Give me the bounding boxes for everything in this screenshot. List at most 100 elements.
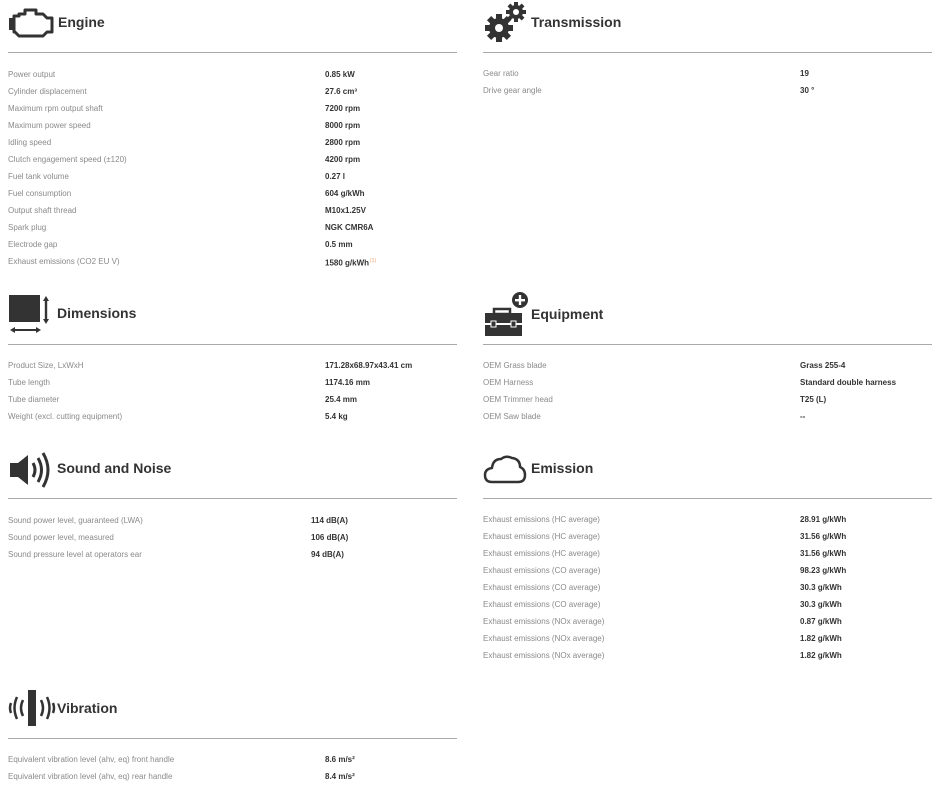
spec-label: Gear ratio (483, 69, 519, 78)
spec-value: T25 (L) (800, 395, 827, 404)
dimensions-icon (9, 295, 49, 333)
spec-row: Tube length 1174.16 mm (8, 374, 457, 391)
spec-label: Cylinder displacement (8, 87, 87, 96)
spec-value: 8.4 m/s² (325, 772, 355, 781)
section-sound: Sound and Noise Sound power level, guara… (8, 446, 457, 559)
spec-value: 98.23 g/kWh (800, 566, 847, 575)
spec-label: Exhaust emissions (HC average) (483, 532, 600, 541)
section-header: Vibration (8, 686, 457, 732)
spec-label: OEM Trimmer head (483, 395, 553, 404)
spec-row: Gear ratio 19 (483, 65, 932, 82)
spec-row: OEM Grass blade Grass 255-4 (483, 357, 932, 374)
section-header: Sound and Noise (8, 446, 457, 492)
spec-label: Equivalent vibration level (ahv, eq) fro… (8, 755, 175, 764)
spec-label: Spark plug (8, 223, 47, 232)
spec-value: 30 ° (800, 86, 815, 95)
divider (483, 344, 932, 345)
spec-value: -- (800, 412, 806, 421)
spec-value: 19 (800, 69, 809, 78)
spec-row: Equivalent vibration level (ahv, eq) rea… (8, 768, 457, 785)
section-title: Transmission (531, 14, 622, 30)
spec-label: Exhaust emissions (CO average) (483, 566, 601, 575)
footnote-marker[interactable]: (1) (370, 258, 376, 264)
spec-value: 8000 rpm (325, 121, 361, 130)
spec-label: Exhaust emissions (NOx average) (483, 617, 605, 626)
spec-row: Drive gear angle 30 ° (483, 82, 932, 99)
spec-value: 4200 rpm (325, 155, 361, 164)
spec-row: Idling speed 2800 rpm (8, 134, 457, 151)
spec-row: Maximum rpm output shaft 7200 rpm (8, 100, 457, 117)
spec-row: Exhaust emissions (HC average) 31.56 g/kW… (483, 545, 932, 562)
speaker-icon (10, 452, 50, 488)
spec-value: 5.4 kg (325, 412, 348, 421)
divider (8, 344, 457, 345)
spec-row: Exhaust emissions (HC average) 28.91 g/kW… (483, 511, 932, 528)
spec-label: Exhaust emissions (NOx average) (483, 651, 605, 660)
spec-label: Idling speed (8, 138, 52, 147)
spec-value: NGK CMR6A (325, 223, 374, 232)
spec-row: Maximum power speed 8000 rpm (8, 117, 457, 134)
spec-value-text: 1580 g/kWh (325, 258, 370, 268)
divider (8, 498, 457, 499)
spec-label: Exhaust emissions (HC average) (483, 515, 600, 524)
spec-value: 30.3 g/kWh (800, 583, 842, 592)
spec-value: 1174.16 mm (325, 378, 370, 387)
spec-row: Exhaust emissions (CO average) 98.23 g/kW… (483, 562, 932, 579)
spec-label: Clutch engagement speed (±120) (8, 155, 127, 164)
spec-label: Weight (excl. cutting equipment) (8, 412, 123, 421)
spec-label: Output shaft thread (8, 206, 77, 215)
cloud-icon (483, 455, 527, 484)
spec-label: Exhaust emissions (HC average) (483, 549, 600, 558)
spec-label: Maximum rpm output shaft (8, 104, 103, 113)
spec-label: Tube diameter (8, 395, 60, 404)
spec-value: 0.27 l (325, 172, 346, 181)
section-dimensions: Dimensions Product Size, LxWxH 171.28x68.… (8, 291, 457, 421)
spec-value: 0.5 mm (325, 240, 353, 249)
section-engine: Engine Power output 0.85 kW Cylinder disp… (8, 0, 457, 268)
section-header: Emission (483, 446, 932, 492)
spec-value: 30.3 g/kWh (800, 600, 842, 609)
spec-row: Product Size, LxWxH 171.28x68.97x43.41 cm (8, 357, 457, 374)
spec-label: OEM Grass blade (483, 361, 547, 370)
spec-row: Exhaust emissions (NOx average) 1.82 g/kW… (483, 647, 932, 664)
spec-value: 171.28x68.97x43.41 cm (325, 361, 413, 370)
spec-label: Tube length (8, 378, 50, 387)
spec-label: OEM Harness (483, 378, 534, 387)
spec-value: Standard double harness (800, 378, 897, 387)
spec-label: Drive gear angle (483, 86, 542, 95)
spec-value: 1.82 g/kWh (800, 651, 842, 660)
spec-row: Fuel tank volume 0.27 l (8, 168, 457, 185)
spec-row: OEM Trimmer head T25 (L) (483, 391, 932, 408)
spec-row: OEM Harness Standard double harness (483, 374, 932, 391)
section-header: Transmission (483, 0, 932, 46)
spec-row: Sound pressure level at operators ear 94 … (8, 546, 457, 563)
spec-value: 8.6 m/s² (325, 755, 355, 764)
spec-label: Maximum power speed (8, 121, 91, 130)
spec-row: Electrode gap 0.5 mm (8, 236, 457, 253)
spec-value: 25.4 mm (325, 395, 358, 404)
spec-value: 27.6 cm³ (325, 87, 358, 96)
divider (483, 52, 932, 53)
spec-row: Fuel consumption 604 g/kWh (8, 185, 457, 202)
section-header: Engine (8, 0, 457, 46)
section-title: Dimensions (57, 305, 137, 321)
spec-row: Exhaust emissions (NOx average) 0.87 g/kW… (483, 613, 932, 630)
spec-row: Cylinder displacement 27.6 cm³ (8, 83, 457, 100)
spec-label: Exhaust emissions (CO average) (483, 600, 601, 609)
spec-value: Grass 255-4 (800, 361, 846, 370)
spec-label: Exhaust emissions (CO average) (483, 583, 601, 592)
divider (8, 52, 457, 53)
engine-icon (9, 8, 54, 38)
spec-row: Exhaust emissions (CO average) 30.3 g/kWh (483, 596, 932, 613)
spec-value: 1580 g/kWh(1) (325, 253, 376, 272)
spec-row: Power output 0.85 kW (8, 66, 457, 83)
divider (483, 498, 932, 499)
spec-row: Spark plug NGK CMR6A (8, 219, 457, 236)
divider (8, 738, 457, 739)
vibration-icon (8, 690, 56, 726)
section-emission: Emission Exhaust emissions (HC average) 2… (483, 446, 932, 660)
spec-label: Power output (8, 70, 56, 79)
section-title: Vibration (57, 700, 118, 716)
section-header: Dimensions (8, 291, 457, 337)
spec-label: Sound pressure level at operators ear (8, 550, 142, 559)
